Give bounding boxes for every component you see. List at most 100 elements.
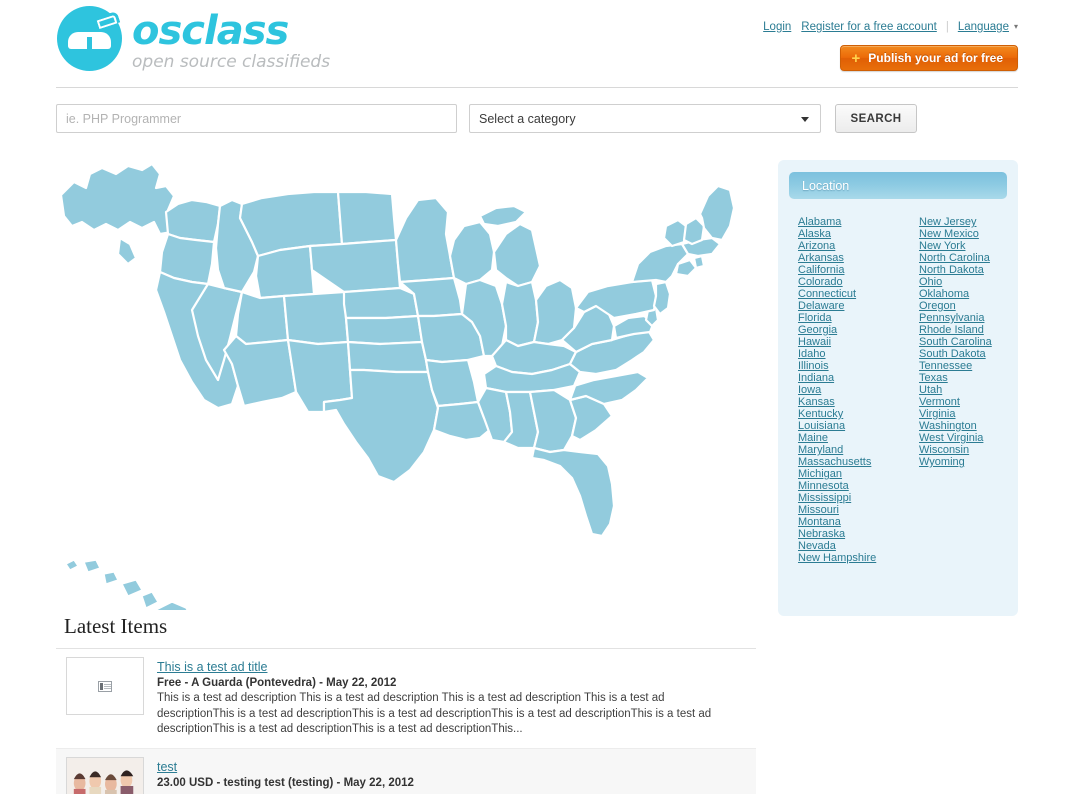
login-link[interactable]: Login (763, 21, 791, 33)
state-link[interactable]: Alabama (798, 216, 919, 228)
state-link[interactable]: Maine (798, 432, 919, 444)
state-florida (530, 446, 616, 538)
state-link[interactable]: Massachusetts (798, 456, 919, 468)
state-link[interactable]: Delaware (798, 300, 919, 312)
list-item[interactable]: This is a test ad title Free - A Guarda (… (56, 649, 756, 749)
item-meta: 23.00 USD - testing test (testing) - May… (157, 776, 414, 789)
state-link[interactable]: Nebraska (798, 528, 919, 540)
nav-divider: | (945, 21, 949, 33)
state-link[interactable]: New Hampshire (798, 552, 919, 564)
state-link[interactable]: Mississippi (798, 492, 919, 504)
site-logo[interactable]: osclass open source classifieds (57, 6, 330, 71)
state-link[interactable]: Connecticut (798, 288, 919, 300)
state-link[interactable]: Montana (798, 516, 919, 528)
category-select[interactable]: Select a category (469, 104, 821, 133)
state-link[interactable]: Oklahoma (919, 288, 1008, 300)
sidebar-header-location: Location (789, 172, 1007, 199)
state-link[interactable]: New York (919, 240, 1008, 252)
state-link[interactable]: Louisiana (798, 420, 919, 432)
state-link[interactable]: Washington (919, 420, 1008, 432)
state-link[interactable]: Arkansas (798, 252, 919, 264)
osclass-ninja-icon (57, 6, 122, 71)
state-link[interactable]: Maryland (798, 444, 919, 456)
state-link[interactable]: Wyoming (919, 456, 1008, 468)
state-alaska (59, 162, 178, 266)
state-link[interactable]: Iowa (798, 384, 919, 396)
state-link[interactable]: Missouri (798, 504, 919, 516)
search-button[interactable]: SEARCH (835, 104, 917, 133)
search-input[interactable] (56, 104, 457, 133)
category-select-value: Select a category (479, 111, 576, 126)
publish-ad-button[interactable]: + Publish your ad for free (839, 45, 1018, 71)
state-link[interactable]: Virginia (919, 408, 1008, 420)
plus-icon: + (851, 49, 861, 67)
location-sidebar: Location Alabama Alaska Arizona Arkansas Cal… (778, 160, 1018, 616)
search-bar: Select a category SEARCH (56, 104, 1018, 134)
state-link[interactable]: Colorado (798, 276, 919, 288)
state-kansas (344, 314, 424, 346)
us-map-svg[interactable] (56, 160, 756, 610)
latest-items-list: This is a test ad title Free - A Guarda (… (56, 649, 756, 794)
state-link[interactable]: Wisconsin (919, 444, 1008, 456)
item-thumbnail[interactable] (66, 657, 144, 715)
state-link[interactable]: Hawaii (798, 336, 919, 348)
register-link[interactable]: Register for a free account (801, 21, 937, 33)
state-link[interactable]: Tennessee (919, 360, 1008, 372)
state-link[interactable]: Oregon (919, 300, 1008, 312)
state-colorado (282, 290, 350, 346)
state-link[interactable]: Idaho (798, 348, 919, 360)
state-link[interactable]: Arizona (798, 240, 919, 252)
state-link[interactable]: Illinois (798, 360, 919, 372)
state-link[interactable]: Georgia (798, 324, 919, 336)
state-column-right: New Jersey New Mexico New York North Caroli… (919, 216, 1008, 564)
state-minnesota (394, 196, 456, 284)
state-new-jersey (652, 280, 672, 316)
state-link[interactable]: California (798, 264, 919, 276)
state-link[interactable]: South Carolina (919, 336, 1008, 348)
state-link[interactable]: Rhode Island (919, 324, 1008, 336)
state-link[interactable]: Pennsylvania (919, 312, 1008, 324)
state-wisconsin (448, 220, 496, 286)
state-link[interactable]: North Dakota (919, 264, 1008, 276)
united-states-map[interactable] (56, 160, 756, 610)
state-link[interactable]: Texas (919, 372, 1008, 384)
item-photo-icon (67, 757, 143, 794)
item-description: This is a test ad description This is a … (157, 692, 712, 735)
state-link[interactable]: New Mexico (919, 228, 1008, 240)
state-link[interactable]: Florida (798, 312, 919, 324)
state-link[interactable]: Indiana (798, 372, 919, 384)
item-title-link[interactable]: This is a test ad title (157, 660, 267, 674)
state-link[interactable]: Nevada (798, 540, 919, 552)
state-link[interactable]: New Jersey (919, 216, 1008, 228)
state-link[interactable]: Alaska (798, 228, 919, 240)
state-wyoming (254, 244, 316, 300)
chevron-down-icon[interactable]: ▾ (1014, 22, 1018, 31)
site-header: osclass open source classifieds Login Re… (0, 0, 1076, 88)
logo-text: osclass open source classifieds (132, 7, 330, 71)
item-thumbnail[interactable] (66, 756, 144, 794)
state-link[interactable]: Kentucky (798, 408, 919, 420)
state-utah (234, 290, 290, 346)
state-link[interactable]: West Virginia (919, 432, 1008, 444)
state-hawaii (65, 559, 188, 610)
logo-visor-decor (68, 32, 111, 51)
page-root: osclass open source classifieds Login Re… (0, 0, 1076, 794)
state-link[interactable]: Utah (919, 384, 1008, 396)
publish-ad-label: Publish your ad for free (868, 51, 1003, 65)
broken-image-icon (98, 680, 112, 692)
logo-tagline: open source classifieds (132, 51, 331, 72)
state-north-dakota (336, 190, 398, 246)
item-title-link[interactable]: test (157, 760, 177, 774)
language-link[interactable]: Language (958, 21, 1009, 33)
state-link[interactable]: North Carolina (919, 252, 1008, 264)
state-link[interactable]: Minnesota (798, 480, 919, 492)
logo-title: osclass (132, 7, 289, 54)
state-rhode-island (692, 254, 706, 270)
latest-items-section: Latest Items This is a test ad title Free… (56, 614, 756, 794)
state-link[interactable]: South Dakota (919, 348, 1008, 360)
state-link[interactable]: Michigan (798, 468, 919, 480)
list-item[interactable]: test 23.00 USD - testing test (testing) -… (56, 748, 756, 794)
state-link[interactable]: Vermont (919, 396, 1008, 408)
state-link[interactable]: Ohio (919, 276, 1008, 288)
state-link[interactable]: Kansas (798, 396, 919, 408)
